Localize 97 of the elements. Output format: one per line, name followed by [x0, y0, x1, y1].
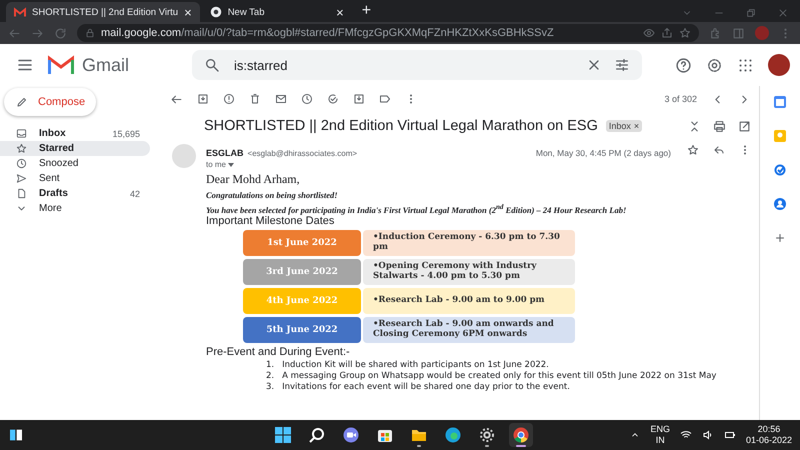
windows-start-icon[interactable] [275, 427, 292, 443]
task-check-icon[interactable] [774, 164, 786, 176]
contact-icon[interactable] [774, 198, 786, 210]
taskbar-app[interactable] [509, 423, 534, 447]
caret-icon[interactable] [228, 163, 234, 167]
archive-icon[interactable] [197, 93, 209, 105]
label-chip[interactable]: Inbox × [606, 120, 642, 132]
reply-icon[interactable] [713, 144, 725, 156]
account-avatar[interactable] [768, 54, 790, 76]
task-add-icon[interactable] [327, 93, 339, 105]
list-number: 2. [266, 370, 274, 382]
language-indicator[interactable]: ENG IN [650, 424, 670, 446]
selection-text: You have been selected for participating in India's First Virtual Legal Marathon (2$^{nd}$ Edition) – 24 Hour Research Lab! [206, 203, 628, 215]
open-new-window-icon[interactable] [738, 120, 751, 132]
sidebar-item[interactable]: More [0, 201, 150, 216]
report-icon[interactable] [223, 93, 235, 105]
browser-tab[interactable]: New Tab × [202, 2, 352, 22]
milestone-event: •Research Lab - 9.00 am onwards and Closing Ceremony 6PM onwards [363, 316, 575, 343]
clock-icon[interactable] [16, 158, 27, 169]
star-icon[interactable] [679, 27, 691, 39]
compose-button[interactable]: Compose [4, 88, 96, 116]
apps-grid-icon[interactable] [737, 56, 754, 74]
pencil-icon[interactable] [16, 96, 28, 108]
help-icon[interactable] [675, 56, 692, 74]
label-icon[interactable] [379, 93, 391, 105]
sender-avatar [172, 144, 196, 168]
milestone-event: •Induction Ceremony - 6.30 pm to 7.30 pm [363, 230, 575, 256]
sidebar-item[interactable]: Starred [0, 141, 150, 156]
battery-icon[interactable] [724, 429, 736, 441]
milestone-date: 1st June 2022 [243, 230, 361, 256]
collapse-icon[interactable] [688, 120, 701, 132]
greeting-text: Dear Mohd Arham, [206, 172, 301, 187]
sender-email: <esglab@dhirassociates.com> [248, 149, 358, 158]
lock-icon[interactable] [85, 28, 95, 38]
settings-icon[interactable] [706, 56, 723, 74]
back-icon[interactable] [170, 92, 183, 106]
close-tab-button[interactable]: × [336, 4, 344, 20]
settings-icon[interactable] [479, 427, 496, 443]
recipient-dropdown[interactable]: to me [206, 160, 751, 169]
filter-sliders-icon[interactable] [614, 57, 630, 73]
gmail-wordmark: Gmail [82, 54, 130, 76]
sidebar-item[interactable]: Sent [0, 171, 150, 186]
widgets-icon[interactable] [8, 427, 24, 443]
address-bar[interactable]: mail.google.com/mail/u/0/?tab=rm&ogbl#starred/FMfcgzGpGKXMqFZnHKZtXxKsGBHkSSvZ [77, 24, 699, 42]
milestone-date: 3rd June 2022 [243, 258, 361, 285]
search-input[interactable]: is:starred [232, 56, 574, 74]
eye-icon[interactable] [643, 27, 655, 39]
mail-icon[interactable] [275, 93, 287, 105]
calendar-icon[interactable] [774, 96, 786, 108]
gmail-logo-icon [48, 55, 74, 75]
video-chat-icon[interactable] [343, 427, 360, 443]
star-icon[interactable] [16, 143, 27, 154]
new-tab-button[interactable]: + [354, 2, 380, 22]
store-icon[interactable] [377, 427, 394, 443]
inbox-icon[interactable] [16, 128, 27, 139]
close-tab-button[interactable]: × [184, 4, 192, 20]
mail-m-icon [14, 7, 26, 17]
list-number: 1. [266, 360, 274, 371]
star-icon[interactable] [687, 144, 699, 156]
clock-icon[interactable] [301, 93, 313, 105]
list-item-text: Invitations for each event will be shared one day prior to the event. [282, 382, 570, 393]
pagination-text: 3 of 302 [664, 94, 697, 104]
search-icon[interactable] [309, 427, 326, 443]
list-item-text: Induction Kit will be shared with participants on 1st June 2022. [282, 360, 549, 371]
milestone-date: 5th June 2022 [243, 316, 361, 343]
sender-name: ESGLAB [206, 148, 244, 158]
email-date: Mon, May 30, 4:45 PM (2 days ago) [536, 148, 671, 158]
browser-tab[interactable]: SHORTLISTED || 2nd Edition Virtu × [6, 2, 200, 22]
share-icon[interactable] [661, 27, 673, 39]
close-icon[interactable] [778, 8, 788, 18]
trash-icon[interactable] [249, 93, 261, 105]
move-icon[interactable] [353, 93, 365, 105]
folder-icon[interactable] [411, 427, 428, 443]
sidebar-item[interactable]: Inbox 15,695 [0, 126, 150, 141]
milestone-event: •Opening Ceremony with Industry Stalwarts - 4.00 pm to 5.30 pm [363, 258, 575, 285]
remove-label-button[interactable]: × [634, 121, 640, 131]
send-icon[interactable] [16, 173, 27, 184]
section-heading: Pre-Event and During Event:- [206, 346, 351, 358]
file-icon[interactable] [16, 188, 27, 199]
list-item-text: A messaging Group on Whatsapp would be created only for this event till 05th June 2022 on 31st May [282, 370, 716, 382]
milestone-date: 4th June 2022 [243, 288, 361, 314]
plus-icon[interactable] [774, 232, 786, 244]
list-number: 3. [266, 382, 274, 393]
globe-icon [210, 6, 222, 18]
clock-text[interactable]: 20:56 01-06-2022 [746, 424, 792, 446]
print-icon[interactable] [713, 120, 726, 132]
restore-icon[interactable] [746, 8, 756, 18]
sidebar-item[interactable]: Drafts 42 [0, 186, 150, 201]
congratulations-text: Congratulations on being shortlisted! [206, 190, 339, 200]
email-subject: SHORTLISTED || 2nd Edition Virtual Legal Marathon on ESG [204, 118, 598, 134]
url-text: mail.google.com/mail/u/0/?tab=rm&ogbl#starred/FMfcgzGpGKXMqFZnHKZtXxKsGBHkSSvZ [101, 27, 554, 39]
search-bar[interactable]: is:starred [192, 50, 642, 80]
milestone-event: •Research Lab - 9.00 am to 9.00 pm [363, 288, 575, 314]
speaker-icon[interactable] [702, 429, 714, 441]
chrome-icon[interactable] [513, 427, 530, 443]
sidebar-item[interactable]: Snoozed [0, 156, 150, 171]
section-heading: Important Milestone Dates [206, 214, 334, 227]
